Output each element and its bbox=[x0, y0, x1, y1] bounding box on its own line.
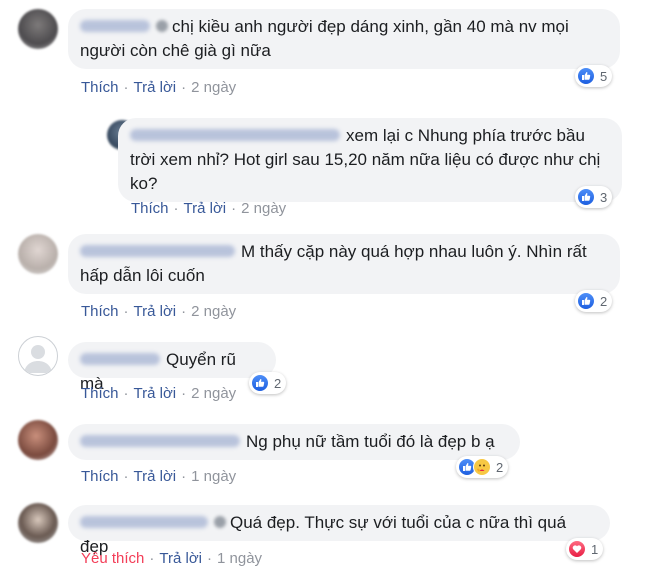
reply-link[interactable]: Trả lời bbox=[134, 79, 177, 96]
like-link[interactable]: Thích bbox=[81, 385, 119, 402]
comment-bubble: chị kiều anh người đẹp dáng xinh, gần 40… bbox=[68, 9, 620, 69]
commenter-name-redacted[interactable] bbox=[80, 244, 235, 257]
badge-icon bbox=[156, 19, 168, 32]
separator: · bbox=[149, 550, 155, 567]
like-link[interactable]: Thích bbox=[81, 468, 119, 485]
reaction-summary[interactable]: 2 bbox=[575, 290, 613, 312]
reaction-count: 1 bbox=[591, 541, 599, 557]
reaction-summary[interactable]: 5 bbox=[575, 65, 613, 87]
comment-bubble: Quá đẹp. Thực sự với tuổi của c nữa thì … bbox=[68, 505, 610, 556]
separator: · bbox=[123, 79, 129, 96]
avatar[interactable] bbox=[18, 9, 58, 49]
avatar[interactable] bbox=[18, 503, 58, 543]
comment-actions: Thích · Trả lời · 2 ngày bbox=[131, 200, 286, 217]
comment-actions: Yêu thích · Trả lời · 1 ngày bbox=[81, 550, 262, 567]
timestamp[interactable]: 2 ngày bbox=[191, 303, 236, 320]
comment-text: Ng phụ nữ tầm tuổi đó là đẹp b ạ bbox=[246, 432, 495, 451]
avatar[interactable] bbox=[18, 234, 58, 274]
comment-bubble: Ng phụ nữ tầm tuổi đó là đẹp b ạ bbox=[68, 424, 520, 460]
thumbs-up-icon bbox=[577, 67, 595, 85]
like-link[interactable]: Thích bbox=[131, 200, 169, 217]
commenter-name-redacted[interactable] bbox=[130, 128, 340, 141]
comment-bubble: Quyển rũ mà bbox=[68, 342, 276, 393]
separator: · bbox=[123, 303, 129, 320]
like-link[interactable]: Thích bbox=[81, 79, 119, 96]
timestamp[interactable]: 1 ngày bbox=[191, 468, 236, 485]
timestamp[interactable]: 1 ngày bbox=[217, 550, 262, 567]
comment-bubble: xem lại c Nhung phía trước bầu trời xem … bbox=[118, 118, 622, 202]
reaction-count: 2 bbox=[496, 459, 504, 475]
separator: · bbox=[173, 200, 179, 217]
reaction-summary[interactable]: 3 bbox=[575, 186, 613, 208]
love-link[interactable]: Yêu thích bbox=[81, 550, 144, 567]
reaction-count: 2 bbox=[600, 293, 608, 309]
thumbs-up-icon bbox=[577, 188, 595, 206]
reaction-summary[interactable]: 2 bbox=[456, 456, 509, 478]
thumbs-up-icon bbox=[577, 292, 595, 310]
reaction-summary[interactable]: 1 bbox=[566, 538, 604, 560]
separator: · bbox=[181, 468, 187, 485]
commenter-name-redacted[interactable] bbox=[80, 434, 240, 447]
reply-link[interactable]: Trả lời bbox=[134, 468, 177, 485]
heart-icon bbox=[568, 540, 586, 558]
separator: · bbox=[181, 303, 187, 320]
comment-text: chị kiều anh người đẹp dáng xinh, gần 40… bbox=[80, 17, 569, 60]
comment-actions: Thích · Trả lời · 2 ngày bbox=[81, 79, 236, 96]
separator: · bbox=[123, 385, 129, 402]
timestamp[interactable]: 2 ngày bbox=[191, 79, 236, 96]
separator: · bbox=[181, 79, 187, 96]
timestamp[interactable]: 2 ngày bbox=[241, 200, 286, 217]
commenter-name-redacted[interactable] bbox=[80, 19, 150, 32]
separator: · bbox=[181, 385, 187, 402]
comment-actions: Thích · Trả lời · 2 ngày bbox=[81, 385, 236, 402]
badge-icon bbox=[214, 515, 226, 528]
reply-link[interactable]: Trả lời bbox=[184, 200, 227, 217]
timestamp[interactable]: 2 ngày bbox=[191, 385, 236, 402]
like-link[interactable]: Thích bbox=[81, 303, 119, 320]
reaction-summary[interactable]: 2 bbox=[249, 372, 287, 394]
care-hug-icon bbox=[473, 458, 491, 476]
reaction-count: 5 bbox=[600, 68, 608, 84]
reaction-count: 3 bbox=[600, 189, 608, 205]
separator: · bbox=[207, 550, 213, 567]
comment-actions: Thích · Trả lời · 2 ngày bbox=[81, 303, 236, 320]
reply-link[interactable]: Trả lời bbox=[159, 550, 202, 567]
commenter-name-redacted[interactable] bbox=[80, 352, 160, 365]
commenter-name-redacted[interactable] bbox=[80, 515, 208, 528]
separator: · bbox=[123, 468, 129, 485]
reply-link[interactable]: Trả lời bbox=[134, 303, 177, 320]
default-avatar-icon bbox=[24, 345, 52, 373]
avatar[interactable] bbox=[18, 336, 58, 376]
avatar[interactable] bbox=[18, 420, 58, 460]
comment-bubble: M thấy cặp này quá hợp nhau luôn ý. Nhìn… bbox=[68, 234, 620, 294]
reaction-count: 2 bbox=[274, 375, 282, 391]
separator: · bbox=[231, 200, 237, 217]
reply-link[interactable]: Trả lời bbox=[134, 385, 177, 402]
thumbs-up-icon bbox=[251, 374, 269, 392]
comment-actions: Thích · Trả lời · 1 ngày bbox=[81, 468, 236, 485]
